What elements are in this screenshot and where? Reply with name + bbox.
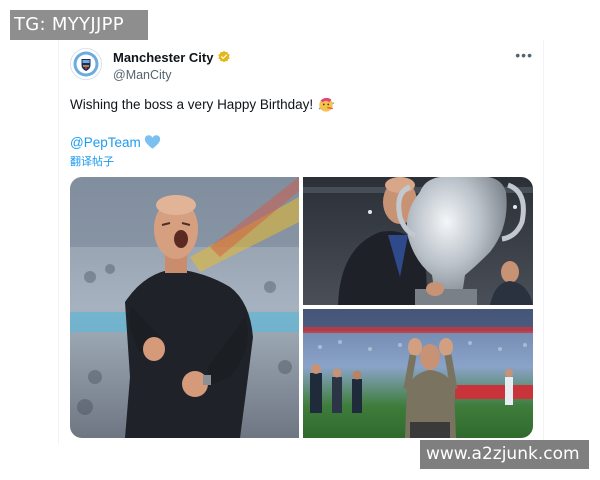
watermark-top-left: TG: MYYJJPP: [10, 10, 148, 40]
page: TG: MYYJJPP Manchester City @ManCity •••…: [0, 0, 600, 480]
author-handle[interactable]: @ManCity: [113, 68, 231, 82]
media-grid: [70, 177, 533, 438]
author-avatar[interactable]: [70, 48, 102, 80]
more-options-icon[interactable]: •••: [515, 48, 533, 62]
mention-row: @PepTeam: [70, 134, 161, 150]
photo-collage: [70, 177, 533, 438]
tweet-text-row: Wishing the boss a very Happy Birthday!: [70, 95, 335, 113]
translate-post-link[interactable]: 翻译帖子: [70, 153, 114, 169]
photo-bottom-right[interactable]: [303, 309, 533, 438]
author-info: Manchester City @ManCity: [113, 48, 231, 82]
tweet-text: Wishing the boss a very Happy Birthday!: [70, 96, 314, 112]
author-name[interactable]: Manchester City: [113, 50, 213, 65]
tweet-card: Manchester City @ManCity ••• Wishing the…: [58, 40, 544, 445]
verified-badge-icon: [218, 50, 231, 63]
club-crest-icon: [72, 50, 100, 78]
photo-left[interactable]: [70, 177, 299, 438]
blue-heart-icon: [144, 135, 160, 149]
watermark-bottom-right: www.a2zjunk.com: [420, 440, 589, 469]
party-popper-icon: [318, 97, 335, 112]
mention-link[interactable]: @PepTeam: [70, 135, 141, 150]
photo-top-right[interactable]: [303, 177, 533, 305]
